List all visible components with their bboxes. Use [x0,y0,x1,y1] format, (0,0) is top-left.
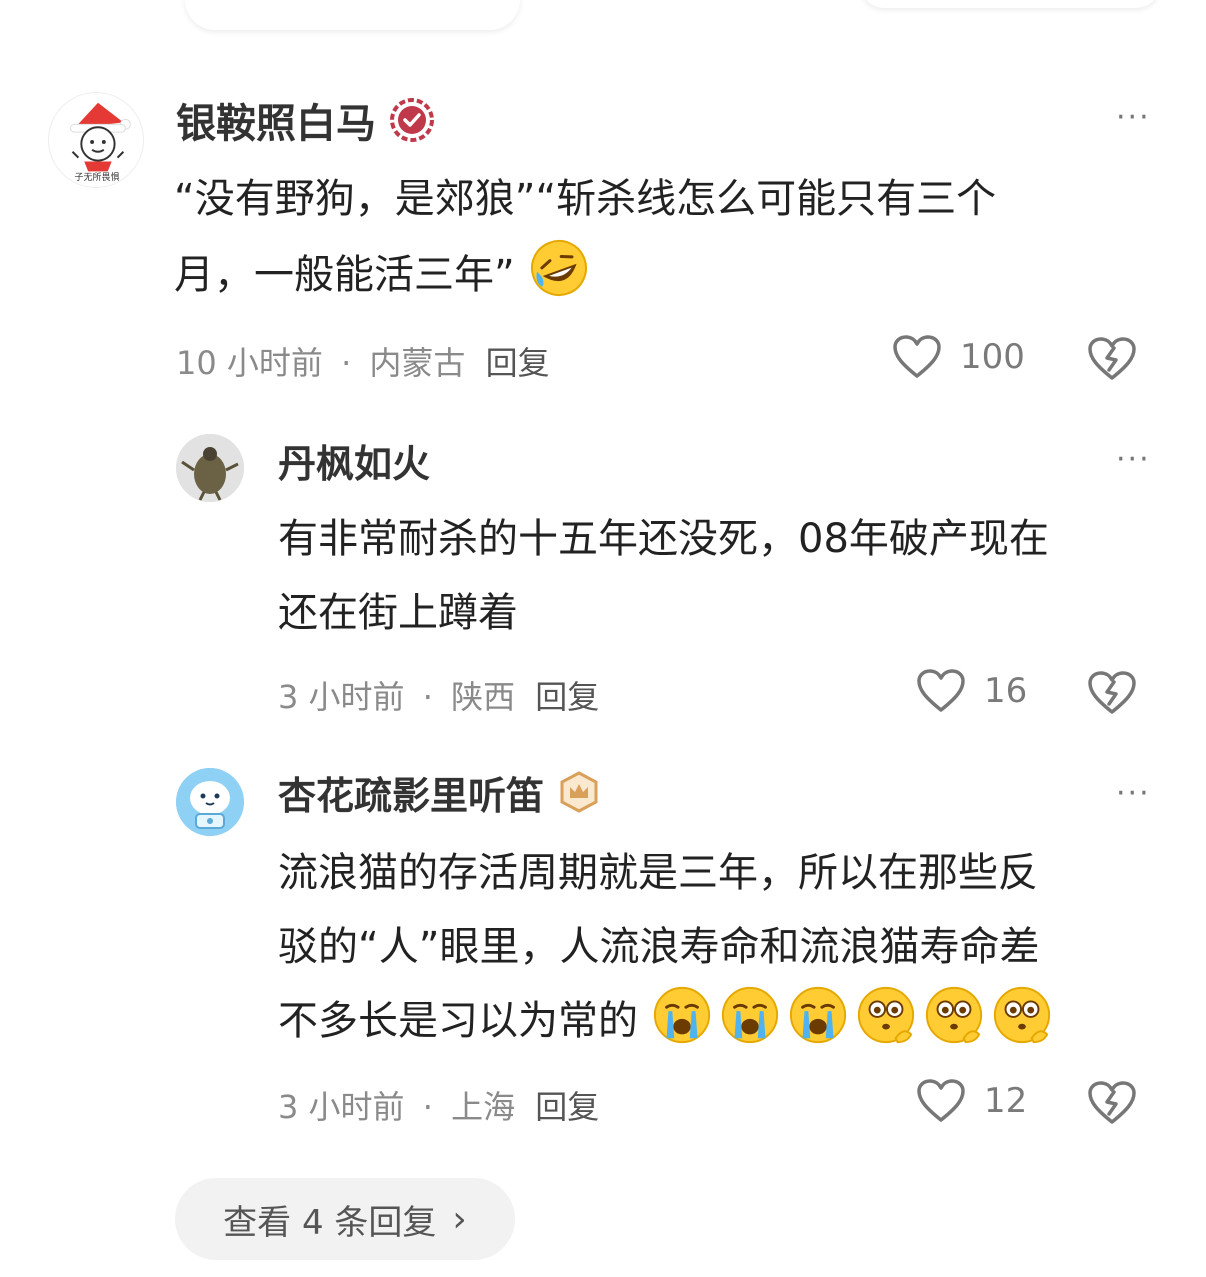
avatar[interactable]: 子无所畏惧 [48,92,144,188]
comment-meta: 3 小时前 · 陕西 回复 [278,672,599,718]
separator: · [422,1088,433,1126]
separator: · [341,344,352,382]
heart-icon [893,335,941,378]
broken-heart-icon[interactable] [1087,1080,1137,1126]
avatar[interactable] [176,434,244,502]
figure-avatar-icon [176,434,244,502]
comment-thread: 子无所畏惧 银鞍照白马 ··· “没有野狗，是郊狼”“斩杀线怎么可能只有三个 月… [0,0,1206,1277]
comment-text: 有非常耐杀的十五年还没死，08年破产现在 还在街上蹲着 [278,502,1158,650]
username-text: 丹枫如火 [278,441,431,486]
crying-emoji-icon [721,986,778,1044]
previous-card-edge [860,0,1160,8]
crown-badge-icon [560,771,598,813]
robot-avatar-icon [176,768,244,836]
comment-line: 不多长是习以为常的 [278,998,638,1044]
separator: · [422,678,433,716]
more-options-button[interactable]: ··· [1116,445,1151,475]
broken-heart-icon[interactable] [1087,670,1137,716]
heart-icon [917,669,965,712]
timestamp: 3 小时前 [278,1088,405,1126]
comment-line: 有非常耐杀的十五年还没死，08年破产现在 [278,516,1049,562]
comment-line: 还在街上蹲着 [278,590,518,636]
username[interactable]: 杏花疏影里听笛 [278,768,600,818]
verified-badge-icon [390,98,434,142]
timestamp: 3 小时前 [278,678,405,716]
more-options-button[interactable]: ··· [1116,779,1151,809]
location: 陕西 [451,678,516,716]
crying-emoji-icon [789,986,846,1044]
like-count: 100 [960,337,1025,377]
reply-button[interactable]: 回复 [535,678,599,716]
comment-meta: 10 小时前 · 内蒙古 回复 [176,338,550,384]
username[interactable]: 丹枫如火 [278,436,430,486]
like-button[interactable]: 100 [892,334,1025,380]
chevron-right-icon: › [452,1198,467,1240]
broken-heart-icon[interactable] [1087,336,1137,382]
like-button[interactable]: 16 [916,668,1027,714]
comment-line: 流浪猫的存活周期就是三年，所以在那些反 [278,850,1038,896]
username[interactable]: 银鞍照白马 [176,96,434,147]
comment-text: “没有野狗，是郊狼”“斩杀线怎么可能只有三个 月，一般能活三年” [174,162,1134,312]
username-text: 银鞍照白马 [176,101,376,147]
comment-meta: 3 小时前 · 上海 回复 [278,1082,599,1128]
view-more-label: 查看 4 条回复 [223,1202,437,1243]
flushed-emoji-icon [925,986,982,1044]
avatar[interactable] [176,768,244,836]
flushed-emoji-icon [993,986,1050,1044]
reply-button[interactable]: 回复 [535,1088,599,1126]
crying-emoji-icon [653,986,710,1044]
view-more-replies-button[interactable]: 查看 4 条回复 › [175,1178,515,1260]
comment-line-with-emoji: 月，一般能活三年” [174,236,1134,312]
timestamp: 10 小时前 [176,344,323,382]
previous-view-more-pill[interactable] [185,0,520,30]
reply-button[interactable]: 回复 [486,344,550,382]
avatar-caption: 子无所畏惧 [74,173,120,183]
username-text: 杏花疏影里听笛 [278,773,545,818]
like-button[interactable]: 12 [916,1078,1027,1124]
comment-line: “没有野狗，是郊狼”“斩杀线怎么可能只有三个 [174,176,997,222]
comment-line: 驳的“人”眼里，人流浪寿命和流浪猫寿命差 [278,924,1040,970]
heart-icon [917,1079,965,1122]
rofl-emoji-icon [531,240,588,296]
comment-line: 月，一般能活三年” [174,252,515,298]
flushed-emoji-icon [857,986,914,1044]
location: 上海 [451,1088,516,1126]
comment-line-with-emoji: 不多长是习以为常的 [278,984,1158,1058]
more-options-button[interactable]: ··· [1116,103,1151,133]
location: 内蒙古 [369,344,466,382]
comment-text: 流浪猫的存活周期就是三年，所以在那些反 驳的“人”眼里，人流浪寿命和流浪猫寿命差… [278,836,1158,1058]
like-count: 16 [984,671,1028,711]
like-count: 12 [984,1081,1028,1121]
